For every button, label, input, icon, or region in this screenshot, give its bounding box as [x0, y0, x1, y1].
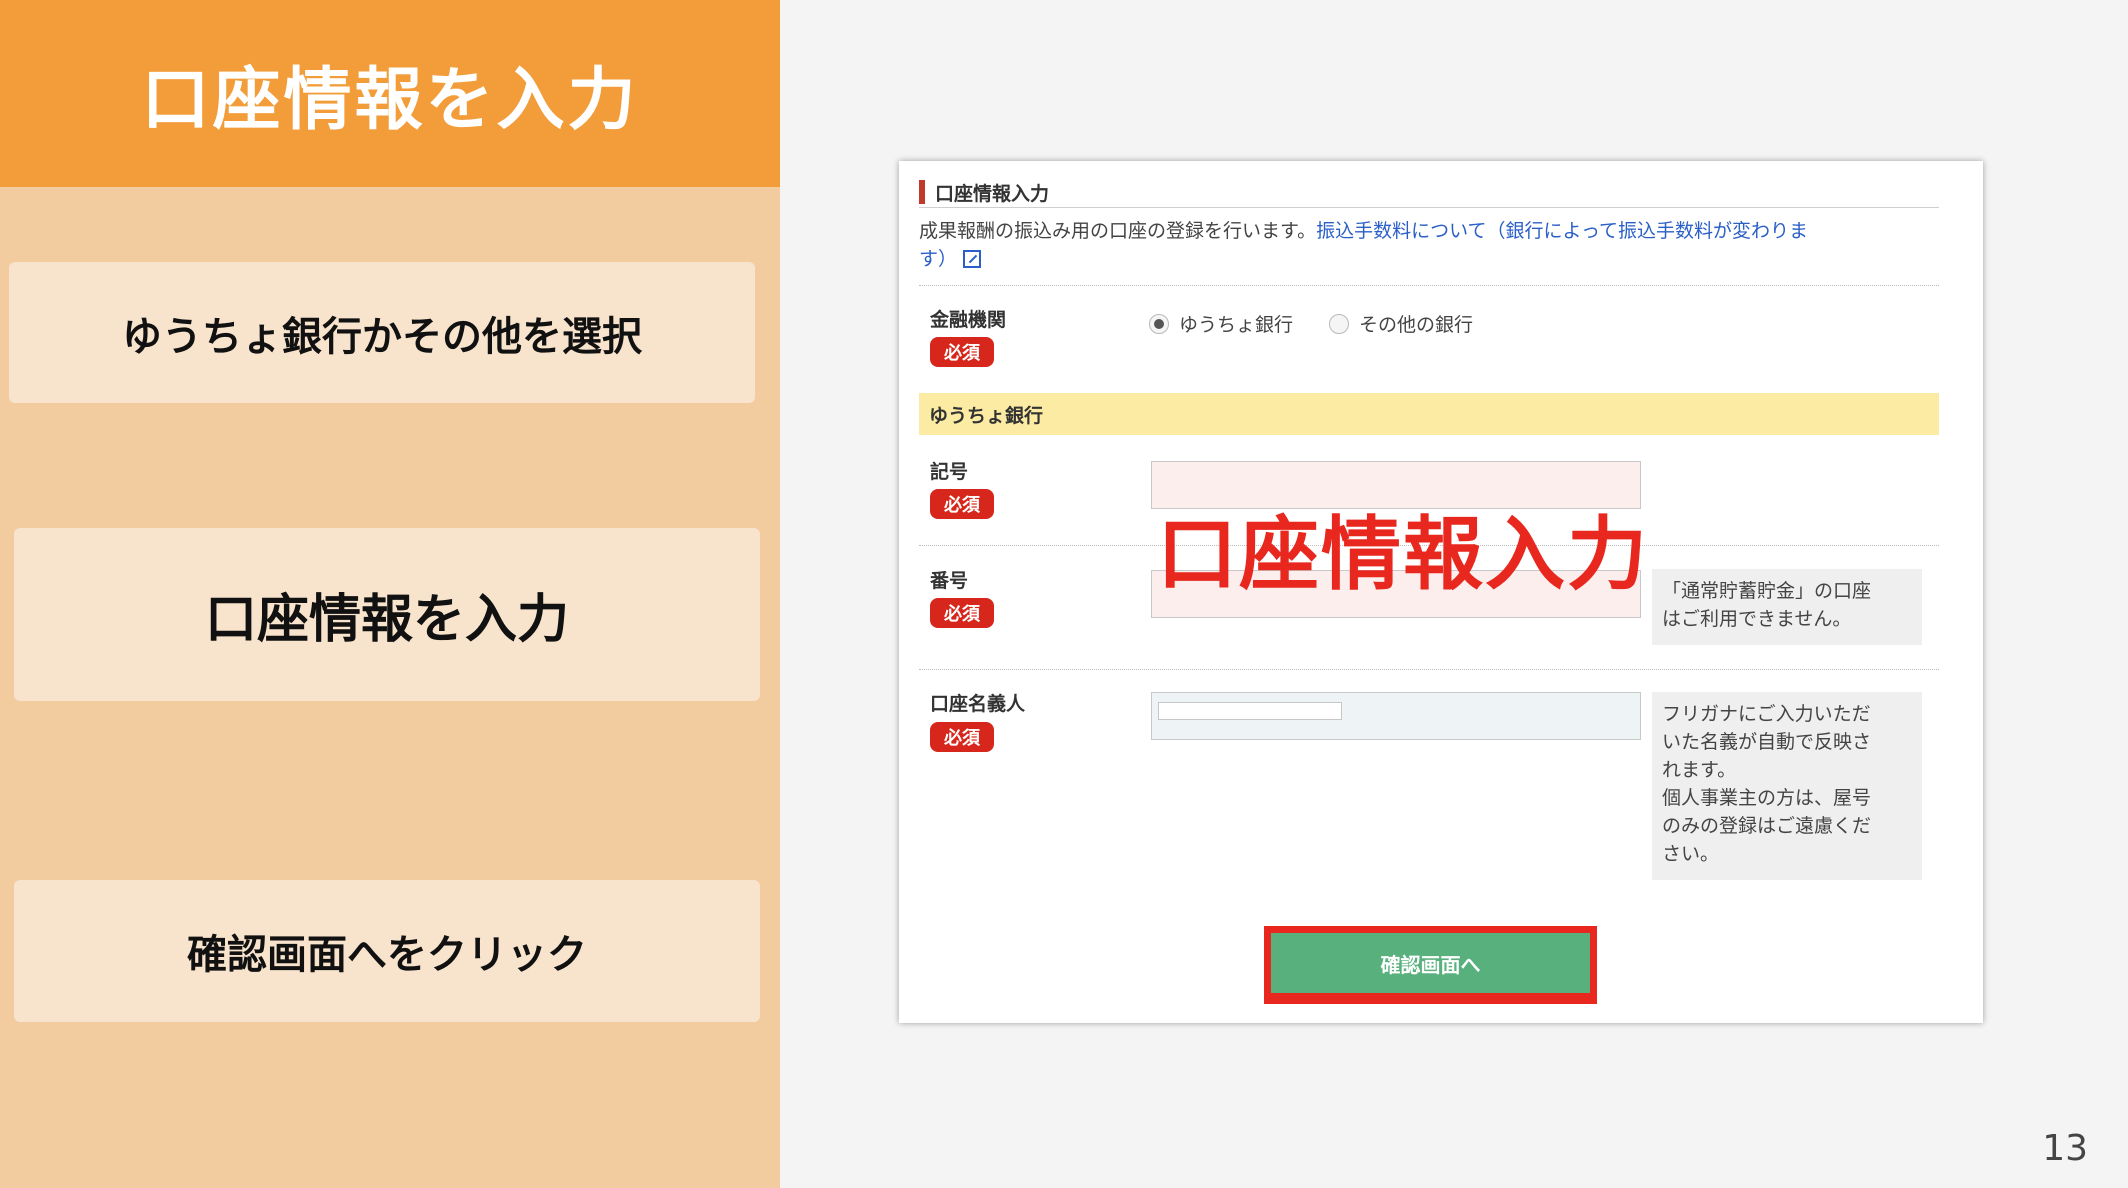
- bank-label: 金融機関: [930, 309, 1007, 331]
- step-card-select-bank: ゆうちょ銀行かその他を選択: [9, 262, 755, 403]
- number-label: 番号: [930, 570, 969, 592]
- number-note: 「通常貯蓄貯金」の口座 はご利用できません。: [1652, 569, 1922, 645]
- description-text: 成果報酬の振込み用の口座の登録を行います。: [919, 220, 1317, 242]
- radio-yucho-label[interactable]: ゆうちょ銀行: [1179, 310, 1293, 337]
- radio-yucho-bank[interactable]: [1149, 313, 1169, 334]
- holder-value-field: [1158, 702, 1342, 720]
- note-line: はご利用できません。: [1662, 608, 1852, 630]
- overlay-title: 口座情報入力: [1157, 508, 1649, 601]
- required-badge: 必須: [930, 722, 994, 752]
- note-line: れます。: [1662, 759, 1737, 781]
- page-number: 13: [2042, 1128, 2088, 1169]
- note-line: さい。: [1662, 843, 1720, 865]
- divider: [919, 285, 1939, 286]
- step-label: 確認画面へをクリック: [187, 932, 587, 978]
- holder-label: 口座名義人: [930, 693, 1026, 715]
- fee-link[interactable]: 振込手数料について（銀行によって振込手数料が変わりま: [1316, 220, 1808, 242]
- note-line: のみの登録はご遠慮くだ: [1662, 815, 1872, 837]
- required-badge: 必須: [930, 489, 994, 519]
- bank-section-band: ゆうちょ銀行: [919, 393, 1939, 435]
- section-title-text: 口座情報入力: [935, 182, 1050, 205]
- divider: [919, 669, 1939, 670]
- left-panel: 口座情報を入力 ゆうちょ銀行かその他を選択 口座情報を入力 確認画面へをクリック: [0, 0, 780, 1188]
- note-line: 「通常貯蓄貯金」の口座: [1662, 580, 1872, 602]
- radio-other-label[interactable]: その他の銀行: [1359, 310, 1473, 337]
- step-card-enter-account: 口座情報を入力: [14, 528, 760, 701]
- confirm-button[interactable]: 確認画面へ: [1271, 933, 1590, 993]
- holder-input[interactable]: [1151, 692, 1641, 740]
- note-line: いた名義が自動で反映さ: [1662, 731, 1872, 753]
- bank-section-band-text: ゆうちょ銀行: [929, 404, 1044, 427]
- form-description: 成果報酬の振込み用の口座の登録を行います。振込手数料について（銀行によって振込手…: [919, 217, 1939, 273]
- note-line: フリガナにご入力いただ: [1662, 703, 1871, 725]
- fee-link-cont[interactable]: す）: [919, 248, 957, 270]
- step-label: 口座情報を入力: [204, 590, 569, 650]
- section-title-accent: [919, 180, 925, 204]
- left-header-title: 口座情報を入力: [141, 61, 639, 140]
- required-badge: 必須: [930, 337, 994, 367]
- left-header: 口座情報を入力: [0, 0, 780, 187]
- confirm-button-highlight: 確認画面へ: [1264, 926, 1597, 1004]
- external-link-icon[interactable]: [963, 250, 982, 268]
- step-label: ゆうちょ銀行かその他を選択: [122, 313, 642, 360]
- step-card-click-confirm: 確認画面へをクリック: [14, 880, 760, 1022]
- bank-radio-group: ゆうちょ銀行 その他の銀行: [1149, 310, 1509, 337]
- holder-note: フリガナにご入力いただ いた名義が自動で反映さ れます。 個人事業主の方は、屋号…: [1652, 692, 1922, 880]
- symbol-label: 記号: [930, 461, 969, 483]
- note-line: 個人事業主の方は、屋号: [1662, 787, 1872, 809]
- radio-other-bank[interactable]: [1329, 313, 1350, 334]
- section-title: 口座情報入力: [919, 177, 1939, 208]
- required-badge: 必須: [930, 598, 994, 628]
- account-form-screenshot: 口座情報入力 成果報酬の振込み用の口座の登録を行います。振込手数料について（銀行…: [899, 161, 1983, 1023]
